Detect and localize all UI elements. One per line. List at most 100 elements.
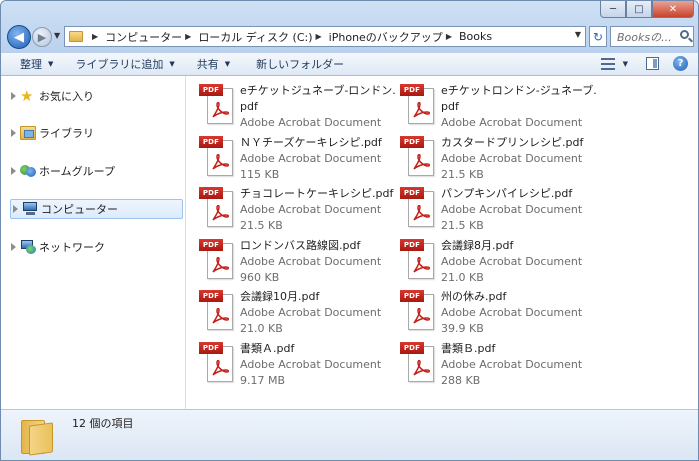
pdf-file-icon: PDF bbox=[199, 290, 235, 332]
expand-icon[interactable] bbox=[11, 129, 16, 137]
file-name: 書類Ａ.pdf bbox=[240, 341, 295, 355]
file-name: カスタードプリンレシピ.pdf bbox=[441, 135, 584, 149]
chevron-right-icon[interactable]: ▶ bbox=[316, 32, 322, 41]
expand-icon[interactable] bbox=[11, 243, 16, 251]
chevron-down-icon: ▼ bbox=[48, 60, 54, 68]
file-type: Adobe Acrobat Document bbox=[240, 357, 382, 371]
file-type: Adobe Acrobat Document bbox=[441, 306, 583, 319]
back-button[interactable]: ◀ bbox=[7, 25, 31, 49]
nav-item-network[interactable]: ネットワーク bbox=[9, 237, 183, 257]
file-size: 9.17 MB bbox=[240, 373, 286, 387]
file-item[interactable]: PDF eチケットジュネーブ-ロンドン. pdf Adobe Acrobat Doc… bbox=[199, 84, 399, 134]
maximize-button[interactable]: □ bbox=[626, 1, 652, 18]
command-bar: 整理 ▼ ライブラリに追加 ▼ 共有 ▼ 新しいフォルダー ▼ ? bbox=[1, 53, 698, 76]
pdf-file-icon: PDF bbox=[400, 341, 436, 384]
file-item[interactable]: PDF パンプキンパイレシピ.pdf Adobe Acrobat Document 2… bbox=[400, 187, 600, 237]
file-type: Adobe Acrobat Document bbox=[240, 151, 382, 165]
expand-icon[interactable] bbox=[11, 92, 16, 100]
organize-label: 整理 bbox=[20, 58, 42, 71]
breadcrumb-iphone-backup[interactable]: iPhoneのバックアップ bbox=[329, 29, 443, 45]
organize-button[interactable]: 整理 ▼ bbox=[20, 56, 53, 72]
nav-item-homegroup[interactable]: ホームグループ bbox=[9, 161, 183, 181]
file-size: 21.0 KB bbox=[240, 322, 283, 335]
navigation-pane: ★ お気に入り ライブラリ ホームグループ コンピューター ネットワーク bbox=[1, 76, 186, 409]
pdf-file-icon: PDF bbox=[400, 238, 436, 281]
pdf-file-icon: PDF bbox=[400, 84, 436, 126]
close-button[interactable]: ✕ bbox=[652, 1, 694, 18]
star-icon: ★ bbox=[20, 87, 34, 105]
file-item[interactable]: PDF 会議録8月.pdf Adobe Acrobat Document 21.0 K… bbox=[400, 238, 600, 289]
file-type: Adobe Acrobat Document bbox=[240, 203, 382, 216]
library-icon bbox=[20, 126, 36, 140]
file-item[interactable]: PDF 州の休み.pdf Adobe Acrobat Document 39.9 KB bbox=[400, 290, 600, 340]
help-icon[interactable]: ? bbox=[673, 56, 688, 71]
add-to-library-button[interactable]: ライブラリに追加 ▼ bbox=[75, 56, 174, 72]
file-item[interactable]: PDF 書類Ａ.pdf Adobe Acrobat Document 9.17 MB bbox=[199, 341, 399, 392]
view-options-dropdown[interactable]: ▼ bbox=[623, 60, 628, 68]
refresh-button[interactable]: ↻ bbox=[589, 26, 607, 47]
breadcrumb-books[interactable]: Books bbox=[459, 30, 492, 43]
file-name: eチケットロンドン-ジュネーブ. pdf bbox=[441, 84, 597, 113]
arrow-left-icon: ◀ bbox=[14, 29, 24, 45]
pdf-file-icon: PDF bbox=[199, 341, 235, 384]
network-icon bbox=[20, 240, 36, 254]
pdf-file-icon: PDF bbox=[400, 187, 436, 229]
pdf-file-icon: PDF bbox=[199, 84, 235, 126]
new-folder-button[interactable]: 新しいフォルダー bbox=[256, 56, 344, 72]
pdf-file-icon: PDF bbox=[400, 135, 436, 178]
homegroup-icon bbox=[20, 164, 36, 178]
title-bar: ─ □ ✕ ◀ ▶ ▼ ▶ コンピューター ▶ ローカル ディスク (C:) ▶… bbox=[1, 1, 698, 53]
new-folder-label: 新しいフォルダー bbox=[256, 58, 345, 71]
breadcrumb-local-disk[interactable]: ローカル ディスク (C:) bbox=[198, 29, 312, 45]
file-list: PDF eチケットジュネーブ-ロンドン. pdf Adobe Acrobat Doc… bbox=[186, 76, 698, 409]
file-size: 21.5 KB bbox=[441, 167, 484, 181]
explorer-window: ─ □ ✕ ◀ ▶ ▼ ▶ コンピューター ▶ ローカル ディスク (C:) ▶… bbox=[0, 0, 699, 461]
nav-label-libraries: ライブラリ bbox=[39, 127, 94, 140]
file-size: 21.0 KB bbox=[441, 270, 484, 284]
chevron-right-icon[interactable]: ▶ bbox=[446, 32, 452, 41]
file-name: チョコレートケーキレシピ.pdf bbox=[240, 187, 394, 200]
recent-pages-dropdown[interactable]: ▼ bbox=[54, 31, 60, 40]
preview-pane-icon[interactable] bbox=[646, 57, 659, 70]
file-type: Adobe Acrobat Document bbox=[240, 254, 382, 268]
file-name: ＮＹチーズケーキレシピ.pdf bbox=[240, 135, 382, 149]
file-item[interactable]: PDF ＮＹチーズケーキレシピ.pdf Adobe Acrobat Document… bbox=[199, 135, 399, 186]
pdf-file-icon: PDF bbox=[199, 135, 235, 178]
nav-item-favorites[interactable]: ★ お気に入り bbox=[9, 86, 183, 106]
window-controls: ─ □ ✕ bbox=[600, 1, 694, 19]
address-bar[interactable]: ▶ コンピューター ▶ ローカル ディスク (C:) ▶ iPhoneのバックア… bbox=[64, 26, 586, 47]
file-item[interactable]: PDF 書類Ｂ.pdf Adobe Acrobat Document 288 KB bbox=[400, 341, 600, 392]
minimize-button[interactable]: ─ bbox=[600, 1, 626, 18]
nav-label-computer: コンピューター bbox=[41, 203, 118, 216]
chevron-right-icon[interactable]: ▶ bbox=[92, 32, 98, 41]
file-name: 会議録8月.pdf bbox=[441, 238, 514, 252]
file-type: Adobe Acrobat Document bbox=[240, 116, 382, 129]
file-item[interactable]: PDF カスタードプリンレシピ.pdf Adobe Acrobat Document… bbox=[400, 135, 600, 186]
refresh-icon: ↻ bbox=[592, 29, 604, 44]
address-dropdown-icon[interactable]: ▼ bbox=[575, 30, 581, 39]
change-view-icon[interactable] bbox=[600, 57, 615, 70]
file-item[interactable]: PDF ロンドンバス路線図.pdf Adobe Acrobat Document 96… bbox=[199, 238, 399, 289]
file-item[interactable]: PDF 会議録10月.pdf Adobe Acrobat Document 21.0 … bbox=[199, 290, 399, 340]
file-item[interactable]: PDF eチケットロンドン-ジュネーブ. pdf Adobe Acrobat Doc… bbox=[400, 84, 600, 134]
file-size: 960 KB bbox=[240, 270, 280, 284]
search-input[interactable]: Booksの... bbox=[610, 26, 694, 47]
breadcrumb-computer[interactable]: コンピューター bbox=[105, 29, 182, 45]
nav-item-computer[interactable]: コンピューター bbox=[10, 199, 183, 219]
file-name: 会議録10月.pdf bbox=[240, 290, 320, 303]
pdf-file-icon: PDF bbox=[199, 187, 235, 229]
forward-button[interactable]: ▶ bbox=[32, 27, 52, 47]
expand-icon[interactable] bbox=[11, 167, 16, 175]
search-placeholder: Booksの... bbox=[617, 30, 672, 44]
nav-item-libraries[interactable]: ライブラリ bbox=[9, 123, 183, 143]
share-button[interactable]: 共有 ▼ bbox=[197, 56, 230, 72]
expand-icon[interactable] bbox=[13, 205, 18, 213]
folder-icon bbox=[21, 416, 53, 456]
chevron-right-icon[interactable]: ▶ bbox=[185, 32, 191, 41]
item-count: 12 個の項目 bbox=[72, 417, 134, 430]
file-name: ロンドンバス路線図.pdf bbox=[240, 238, 361, 252]
chevron-down-icon: ▼ bbox=[169, 60, 175, 68]
search-icon[interactable] bbox=[680, 30, 689, 39]
file-type: Adobe Acrobat Document bbox=[240, 306, 382, 319]
file-item[interactable]: PDF チョコレートケーキレシピ.pdf Adobe Acrobat Documen… bbox=[199, 187, 399, 237]
